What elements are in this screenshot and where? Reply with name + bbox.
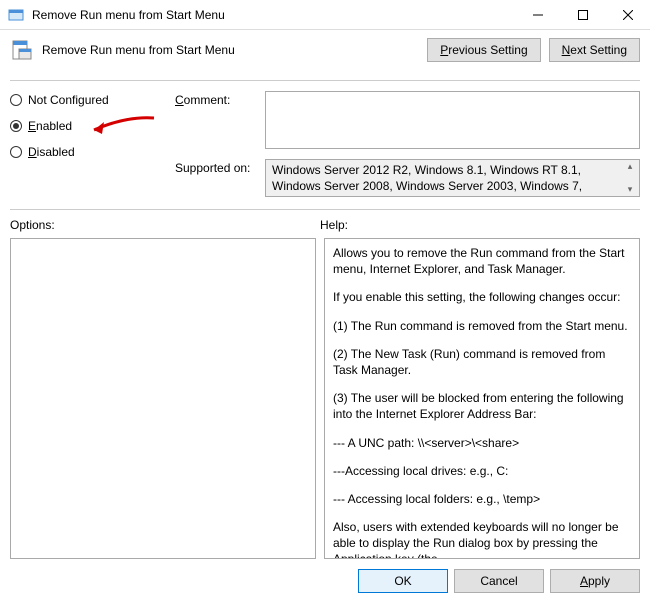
help-pane[interactable]: Allows you to remove the Run command fro… [324,238,640,559]
options-pane [10,238,316,559]
policy-icon [10,38,34,62]
radio-enabled[interactable]: Enabled [10,119,165,133]
scroll-arrows-icon: ▴▾ [623,162,637,194]
state-radios: Not Configured Enabled Disabled [10,91,165,197]
radio-not-configured[interactable]: Not Configured [10,93,165,107]
radio-disabled[interactable]: Disabled [10,145,165,159]
help-text: (2) The New Task (Run) command is remove… [333,346,631,378]
maximize-button[interactable] [560,0,605,29]
apply-button[interactable]: Apply [550,569,640,593]
annotation-arrow-icon [86,114,156,144]
previous-setting-button[interactable]: Previous Setting [427,38,540,62]
radio-icon [10,94,22,106]
radio-label: Not Configured [28,93,109,107]
help-text: (3) The user will be blocked from enteri… [333,390,631,422]
help-text: Allows you to remove the Run command fro… [333,245,631,277]
radio-icon [10,120,22,132]
comment-label: Comment: [175,91,255,149]
help-text: (1) The Run command is removed from the … [333,318,631,334]
minimize-button[interactable] [515,0,560,29]
cancel-button[interactable]: Cancel [454,569,544,593]
window-controls [515,0,650,29]
ok-button[interactable]: OK [358,569,448,593]
help-text: If you enable this setting, the followin… [333,289,631,305]
radio-icon [10,146,22,158]
titlebar: Remove Run menu from Start Menu [0,0,650,30]
supported-on-value: Windows Server 2012 R2, Windows 8.1, Win… [265,159,640,197]
dialog-footer: OK Cancel Apply [10,559,640,593]
radio-label: Disabled [28,145,75,159]
options-label: Options: [10,218,320,232]
help-text: --- A UNC path: \\<server>\<share> [333,435,631,451]
page-title: Remove Run menu from Start Menu [42,43,419,57]
comment-input[interactable] [265,91,640,149]
supported-on-label: Supported on: [175,159,255,197]
help-label: Help: [320,218,348,232]
help-text: --- Accessing local folders: e.g., \temp… [333,491,631,507]
help-text: ---Accessing local drives: e.g., C: [333,463,631,479]
window-title: Remove Run menu from Start Menu [32,8,515,22]
radio-label: Enabled [28,119,72,133]
help-text: Also, users with extended keyboards will… [333,519,631,559]
header-row: Remove Run menu from Start Menu Previous… [10,38,640,81]
close-button[interactable] [605,0,650,29]
next-setting-button[interactable]: Next Setting [549,38,640,62]
supported-on-text: Windows Server 2012 R2, Windows 8.1, Win… [272,163,582,197]
app-icon [8,7,24,23]
